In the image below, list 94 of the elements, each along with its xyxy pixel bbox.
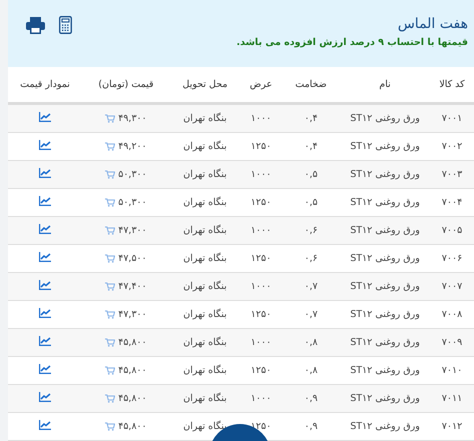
table-cell: ورق روغنی ST۱۲ bbox=[350, 393, 420, 404]
table-cell: ۱۰۰۰ bbox=[250, 281, 272, 292]
line-chart-icon[interactable] bbox=[39, 420, 51, 430]
table-cell: ورق روغنی ST۱۲ bbox=[350, 281, 420, 292]
table-cell: ۷۰۰۸ bbox=[442, 309, 462, 320]
line-chart-icon[interactable] bbox=[39, 196, 51, 206]
table-cell: ۷۰۰۹ bbox=[442, 337, 462, 348]
table-cell: ۴۵,۸۰۰ bbox=[118, 337, 147, 348]
table-cell: ۷۰۱۲ bbox=[442, 421, 462, 432]
table-cell: ۱۲۵۰ bbox=[250, 365, 272, 376]
table-cell: بنگاه تهران bbox=[183, 393, 227, 404]
table-cell: بنگاه تهران bbox=[183, 113, 227, 124]
table-cell: ۴۵,۸۰۰ bbox=[118, 393, 147, 404]
vat-note: قیمتها با احتساب ۹ درصد ارزش افزوده می باشد. bbox=[236, 37, 468, 48]
table-cell: ۴۵,۸۰۰ bbox=[118, 421, 147, 432]
table-cell: ۰,۹ bbox=[304, 421, 318, 432]
table-cell: ۷۰۰۴ bbox=[442, 197, 462, 208]
table-cell: ورق روغنی ST۱۲ bbox=[350, 365, 420, 376]
table-cell: ۷۰۰۶ bbox=[442, 253, 462, 264]
table-cell: بنگاه تهران bbox=[183, 421, 227, 432]
table-cell: ورق روغنی ST۱۲ bbox=[350, 421, 420, 432]
table-cell: ورق روغنی ST۱۲ bbox=[350, 309, 420, 320]
column-header: نمودار قیمت bbox=[20, 79, 70, 90]
table-cell: بنگاه تهران bbox=[183, 141, 227, 152]
table-cell: ۷۰۰۲ bbox=[442, 141, 462, 152]
table-cell: ۷۰۰۵ bbox=[442, 225, 462, 236]
table-cell: بنگاه تهران bbox=[183, 281, 227, 292]
table-cell: ۰,۸ bbox=[304, 337, 318, 348]
table-cell: ۰,۸ bbox=[304, 365, 318, 376]
column-header: ضخامت bbox=[295, 79, 327, 90]
line-chart-icon[interactable] bbox=[39, 336, 51, 346]
table-cell: ۰,۵ bbox=[304, 197, 318, 208]
calculator-icon[interactable] bbox=[59, 16, 72, 34]
table-cell: ۰,۵ bbox=[304, 169, 318, 180]
table-cell: ۴۹,۳۰۰ bbox=[118, 113, 147, 124]
table-cell: ورق روغنی ST۱۲ bbox=[350, 197, 420, 208]
table-cell: ۴۷,۳۰۰ bbox=[118, 225, 147, 236]
table-cell: بنگاه تهران bbox=[183, 253, 227, 264]
table-cell: بنگاه تهران bbox=[183, 309, 227, 320]
table-cell: ۷۰۰۱ bbox=[442, 113, 462, 124]
table-cell: ۷۰۰۷ bbox=[442, 281, 462, 292]
table-cell: بنگاه تهران bbox=[183, 337, 227, 348]
table-cell: بنگاه تهران bbox=[183, 225, 227, 236]
table-cell: ۵۰,۳۰۰ bbox=[118, 169, 147, 180]
table-cell: ۴۷,۳۰۰ bbox=[118, 309, 147, 320]
table-cell: ۱۲۵۰ bbox=[250, 253, 272, 264]
table-cell: ۰,۴ bbox=[304, 113, 318, 124]
print-icon[interactable] bbox=[26, 16, 45, 34]
table-cell: ۷۰۱۱ bbox=[442, 393, 462, 404]
table-cell: ۱۰۰۰ bbox=[250, 393, 272, 404]
table-cell: ۰,۶ bbox=[304, 225, 318, 236]
table-cell: ۰,۹ bbox=[304, 393, 318, 404]
table-cell: ۱۲۵۰ bbox=[250, 309, 272, 320]
column-header: قیمت (تومان) bbox=[98, 79, 154, 90]
page-title: هفت الماس bbox=[396, 16, 468, 32]
table-cell: ورق روغنی ST۱۲ bbox=[350, 225, 420, 236]
table-cell: ۱۰۰۰ bbox=[250, 225, 272, 236]
table-cell: ۰,۴ bbox=[304, 141, 318, 152]
column-header: کد کالا bbox=[439, 79, 465, 90]
table-cell: بنگاه تهران bbox=[183, 169, 227, 180]
line-chart-icon[interactable] bbox=[39, 364, 51, 374]
line-chart-icon[interactable] bbox=[39, 224, 51, 234]
table-cell: بنگاه تهران bbox=[183, 197, 227, 208]
table-cell: ورق روغنی ST۱۲ bbox=[350, 253, 420, 264]
line-chart-icon[interactable] bbox=[39, 252, 51, 262]
table-cell: ۰,۷ bbox=[304, 309, 318, 320]
table-cell: ۱۲۵۰ bbox=[250, 197, 272, 208]
table-cell: ۵۰,۳۰۰ bbox=[118, 197, 147, 208]
table-cell: ۴۹,۲۰۰ bbox=[118, 141, 147, 152]
table-cell: ورق روغنی ST۱۲ bbox=[350, 113, 420, 124]
line-chart-icon[interactable] bbox=[39, 280, 51, 290]
table-cell: بنگاه تهران bbox=[183, 365, 227, 376]
table-cell: ۴۵,۸۰۰ bbox=[118, 365, 147, 376]
line-chart-icon[interactable] bbox=[39, 308, 51, 318]
table-cell: ۱۲۵۰ bbox=[250, 141, 272, 152]
table-cell: ۴۷,۴۰۰ bbox=[118, 281, 147, 292]
table-cell: ۱۰۰۰ bbox=[250, 337, 272, 348]
column-header: عرض bbox=[250, 79, 272, 90]
table-cell: ۷۰۱۰ bbox=[442, 365, 462, 376]
table-cell: ورق روغنی ST۱۲ bbox=[350, 337, 420, 348]
line-chart-icon[interactable] bbox=[39, 140, 51, 150]
table-cell: ۱۰۰۰ bbox=[250, 113, 272, 124]
column-header: محل تحویل bbox=[182, 79, 228, 90]
line-chart-icon[interactable] bbox=[39, 168, 51, 178]
line-chart-icon[interactable] bbox=[39, 112, 51, 122]
table-cell: ۰,۷ bbox=[304, 281, 318, 292]
table-cell: ورق روغنی ST۱۲ bbox=[350, 141, 420, 152]
table-cell: ۱۰۰۰ bbox=[250, 169, 272, 180]
line-chart-icon[interactable] bbox=[39, 392, 51, 402]
table-cell: ورق روغنی ST۱۲ bbox=[350, 169, 420, 180]
table-cell: ۰,۶ bbox=[304, 253, 318, 264]
table-cell: ۴۷,۵۰۰ bbox=[118, 253, 147, 264]
table-cell: ۷۰۰۳ bbox=[442, 169, 462, 180]
column-header: نام bbox=[379, 79, 391, 90]
